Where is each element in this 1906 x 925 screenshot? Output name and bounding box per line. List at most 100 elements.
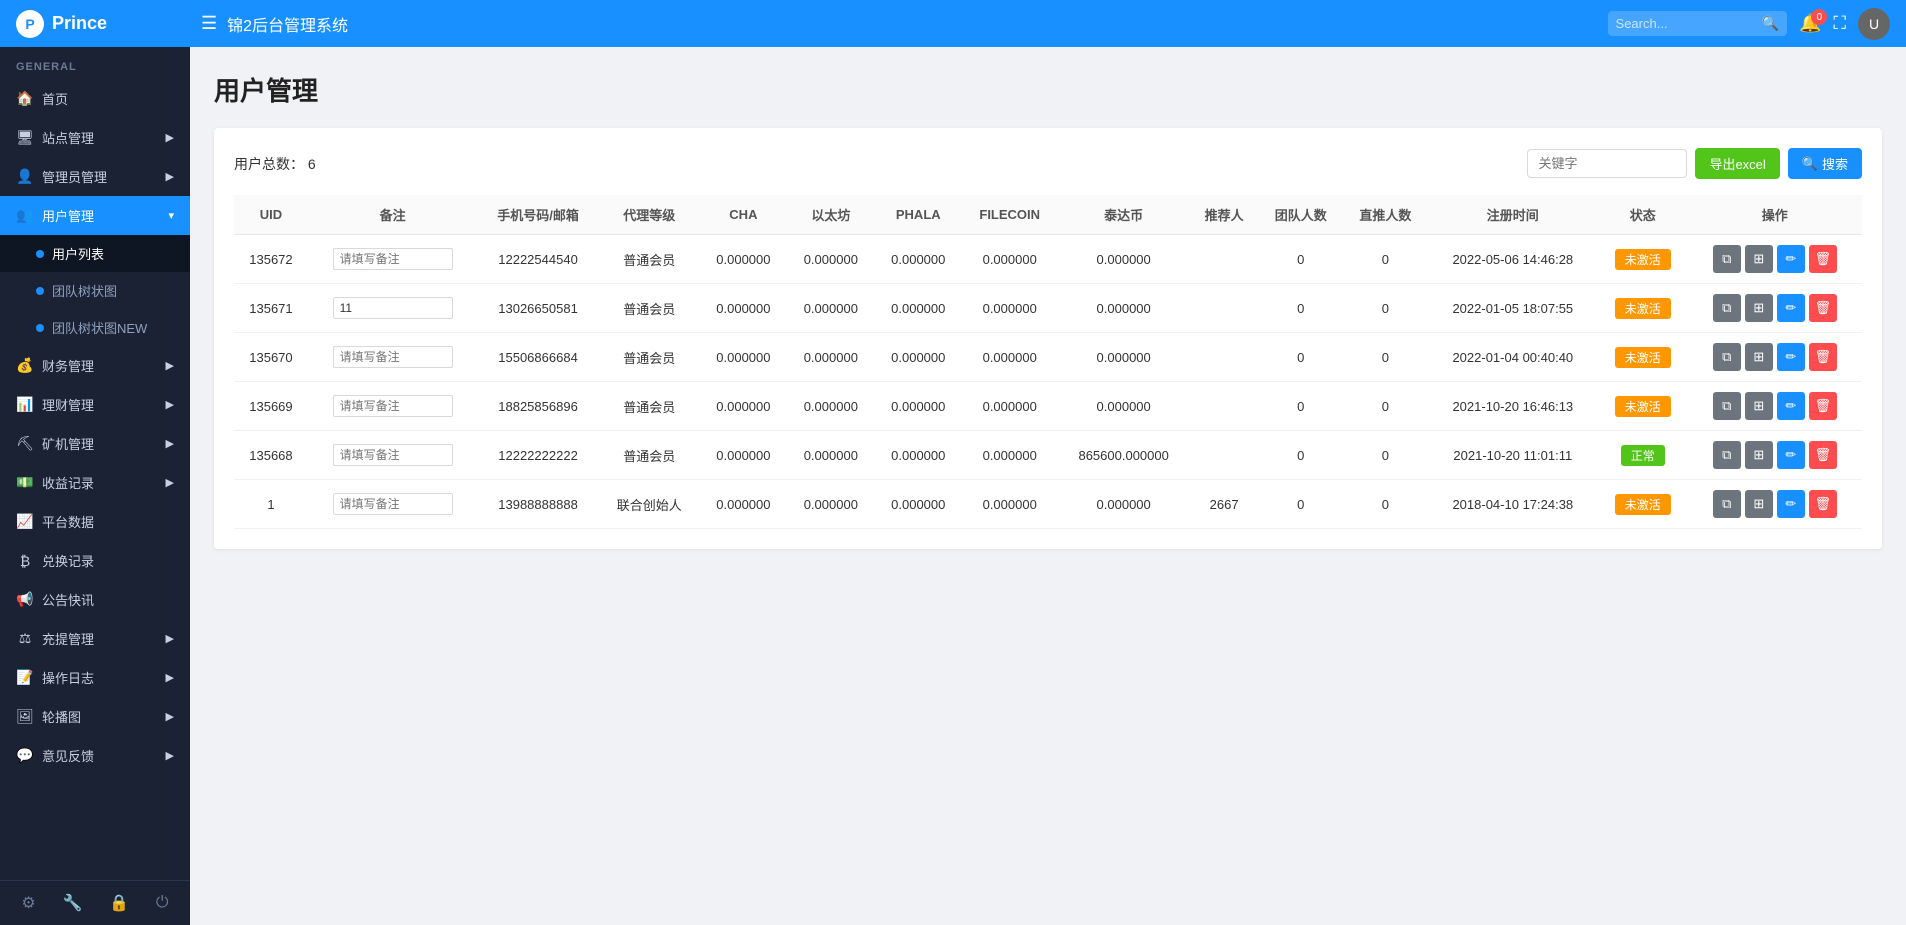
delete-button[interactable]: 🗑 (1809, 294, 1837, 322)
remark-input-field[interactable] (333, 248, 453, 270)
chevron-right-icon: ▶ (166, 131, 174, 144)
cell-level: 普通会员 (599, 431, 700, 480)
sidebar-item-wealth-manage[interactable]: 📊 理财管理 ▶ (0, 385, 190, 424)
menu-toggle-icon[interactable]: ☰ (201, 13, 217, 34)
edit-button[interactable]: ✏ (1777, 343, 1805, 371)
sidebar-item-carousel-label: 轮播图 (42, 707, 81, 726)
sub-item-team-tree-label: 团队树状图 (52, 281, 117, 300)
cell-eth: 0.000000 (787, 382, 874, 431)
cell-remark[interactable] (308, 235, 477, 284)
edit-button[interactable]: ✏ (1777, 245, 1805, 273)
qr-button[interactable]: ⊞ (1745, 392, 1773, 420)
notification-bell[interactable]: 🔔 0 (1799, 13, 1821, 34)
cell-team-count: 0 (1258, 284, 1343, 333)
remark-input-field[interactable] (333, 444, 453, 466)
power-icon[interactable]: ⏻ (156, 894, 169, 912)
remark-input-field[interactable] (333, 493, 453, 515)
cell-actions: ⧉ ⊞ ✏ 🗑 (1688, 333, 1862, 382)
delete-button[interactable]: 🗑 (1809, 343, 1837, 371)
edit-button[interactable]: ✏ (1777, 294, 1805, 322)
action-buttons: ⧉ ⊞ ✏ 🗑 (1696, 245, 1854, 273)
search-icon[interactable]: 🔍 (1762, 15, 1779, 32)
logo-icon: P (16, 10, 44, 38)
copy-button[interactable]: ⧉ (1713, 343, 1741, 371)
sidebar-item-finance-manage[interactable]: 💰 财务管理 ▶ (0, 346, 190, 385)
settings-icon[interactable]: ⚙ (21, 893, 35, 913)
dot-icon-2 (36, 287, 44, 295)
qr-button[interactable]: ⊞ (1745, 294, 1773, 322)
sidebar-item-site-manage[interactable]: 🖥 站点管理 ▶ (0, 118, 190, 157)
sidebar-sub-item-team-tree[interactable]: 团队树状图 (0, 272, 190, 309)
sidebar-item-admin-manage[interactable]: 👤 管理员管理 ▶ (0, 157, 190, 196)
sidebar-item-income-records[interactable]: 💵 收益记录 ▶ (0, 463, 190, 502)
cell-remark[interactable] (308, 333, 477, 382)
qr-button[interactable]: ⊞ (1745, 490, 1773, 518)
cell-eth: 0.000000 (787, 480, 874, 529)
sidebar-item-operation-log[interactable]: 📝 操作日志 ▶ (0, 658, 190, 697)
cell-remark[interactable] (308, 431, 477, 480)
cell-direct-count: 0 (1343, 284, 1428, 333)
sidebar-item-recharge-manage[interactable]: ⚖ 充提管理 ▶ (0, 619, 190, 658)
search-input[interactable] (1616, 16, 1756, 31)
copy-button[interactable]: ⧉ (1713, 392, 1741, 420)
cell-remark[interactable] (308, 382, 477, 431)
delete-button[interactable]: 🗑 (1809, 490, 1837, 518)
cell-cha: 0.000000 (700, 431, 787, 480)
sidebar-item-home[interactable]: 🏠 首页 (0, 79, 190, 118)
delete-button[interactable]: 🗑 (1809, 245, 1837, 273)
sidebar-item-announcements[interactable]: 📢 公告快讯 (0, 580, 190, 619)
user-circle-icon: 👤 (16, 168, 34, 185)
sidebar-item-carousel[interactable]: 🖼 轮播图 ▶ (0, 697, 190, 736)
cell-usdt: 0.000000 (1057, 480, 1189, 529)
sidebar-item-exchange-records[interactable]: ₿ 兑换记录 (0, 541, 190, 580)
sidebar-item-log-label: 操作日志 (42, 668, 94, 687)
edit-button[interactable]: ✏ (1777, 490, 1805, 518)
qr-button[interactable]: ⊞ (1745, 441, 1773, 469)
sidebar-sub-item-user-list[interactable]: 用户列表 (0, 235, 190, 272)
total-count: 用户总数： 6 (234, 154, 316, 174)
cell-remark[interactable] (308, 480, 477, 529)
sidebar-item-platform-data[interactable]: 📈 平台数据 (0, 502, 190, 541)
tools-icon[interactable]: 🔧 (63, 893, 83, 913)
chevron-right-icon-7: ▶ (166, 632, 174, 645)
copy-button[interactable]: ⧉ (1713, 441, 1741, 469)
keyword-input[interactable] (1527, 149, 1687, 178)
sub-item-team-tree-new-label: 团队树状图NEW (52, 318, 147, 337)
platform-icon: 📈 (16, 513, 34, 530)
cell-cha: 0.000000 (700, 480, 787, 529)
cell-direct-count: 0 (1343, 382, 1428, 431)
lock-icon[interactable]: 🔒 (109, 893, 129, 913)
remark-input-field[interactable] (333, 346, 453, 368)
cell-remark[interactable] (308, 284, 477, 333)
delete-button[interactable]: 🗑 (1809, 392, 1837, 420)
cell-reg-time: 2018-04-10 17:24:38 (1428, 480, 1598, 529)
copy-button[interactable]: ⧉ (1713, 490, 1741, 518)
remark-input-field[interactable] (333, 395, 453, 417)
cell-reg-time: 2022-05-06 14:46:28 (1428, 235, 1598, 284)
delete-button[interactable]: 🗑 (1809, 441, 1837, 469)
cell-level: 普通会员 (599, 382, 700, 431)
export-excel-button[interactable]: 导出excel (1695, 148, 1779, 179)
chevron-right-icon-10: ▶ (166, 749, 174, 762)
expand-icon[interactable]: ⛶ (1833, 13, 1846, 34)
sidebar-item-miner-manage[interactable]: ⛏ 矿机管理 ▶ (0, 424, 190, 463)
cell-referrer (1190, 333, 1258, 382)
remark-input-field[interactable] (333, 297, 453, 319)
cell-cha: 0.000000 (700, 382, 787, 431)
qr-button[interactable]: ⊞ (1745, 343, 1773, 371)
search-btn-icon: 🔍 (1802, 156, 1818, 172)
sidebar-item-user-manage[interactable]: 👥 用户管理 ▾ (0, 196, 190, 235)
copy-button[interactable]: ⧉ (1713, 294, 1741, 322)
sidebar-item-exchange-label: 兑换记录 (42, 551, 94, 570)
search-button[interactable]: 🔍 搜索 (1788, 148, 1862, 179)
sidebar-item-feedback[interactable]: 💬 意见反馈 ▶ (0, 736, 190, 775)
sidebar-sub-item-team-tree-new[interactable]: 团队树状图NEW (0, 309, 190, 346)
cell-eth: 0.000000 (787, 235, 874, 284)
edit-button[interactable]: ✏ (1777, 441, 1805, 469)
copy-button[interactable]: ⧉ (1713, 245, 1741, 273)
edit-button[interactable]: ✏ (1777, 392, 1805, 420)
card-top: 用户总数： 6 导出excel 🔍 搜索 (234, 148, 1862, 179)
cell-actions: ⧉ ⊞ ✏ 🗑 (1688, 431, 1862, 480)
avatar[interactable]: U (1858, 8, 1890, 40)
qr-button[interactable]: ⊞ (1745, 245, 1773, 273)
